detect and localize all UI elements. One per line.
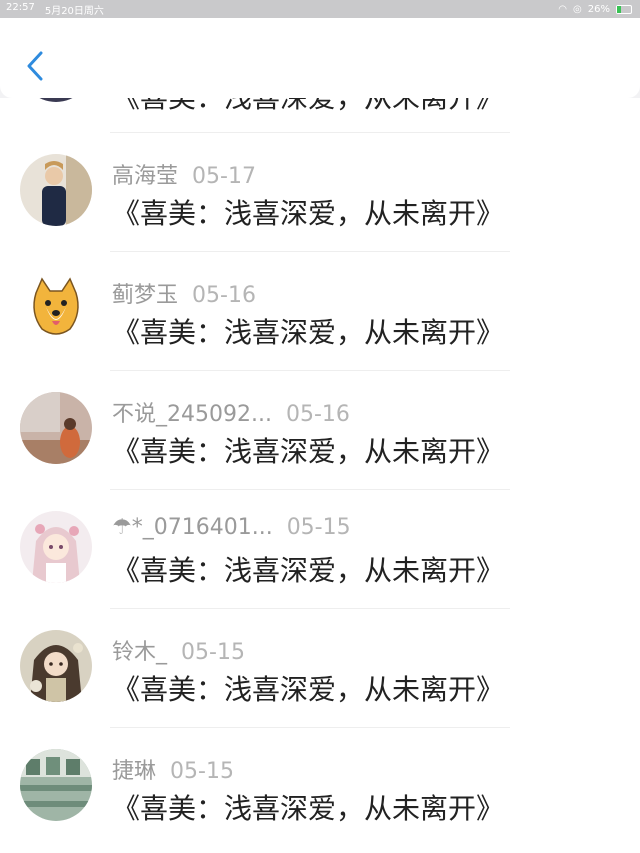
location-icon: ◎: [573, 3, 582, 15]
battery-percent: 26%: [587, 3, 610, 15]
wifi-icon: ◠: [558, 3, 568, 15]
status-bar: 22:57 5月20日周六 ◠ ◎ 26%: [0, 0, 640, 18]
comment-text: 《喜美：浅喜深爱，从未离开》: [112, 197, 505, 230]
chevron-left-icon: [27, 51, 43, 81]
comment-author[interactable]: 不说_245092...: [112, 402, 272, 427]
list-item[interactable]: 不说_245092... 05-16 《喜美：浅喜深爱，从未离开》: [0, 370, 640, 489]
comment-date: 05-15: [170, 759, 234, 784]
status-date: 5月20日周六: [44, 5, 104, 17]
comment-date: 05-17: [192, 164, 256, 189]
divider: [110, 251, 510, 252]
comment-author[interactable]: 蓟梦玉: [112, 283, 178, 308]
avatar[interactable]: [20, 749, 92, 821]
avatar[interactable]: [20, 273, 92, 345]
comment-text: 《喜美：浅喜深爱，从未离开》: [112, 98, 504, 116]
comment-text: 《喜美：浅喜深爱，从未离开》: [112, 554, 505, 587]
list-item[interactable]: 蓟梦玉 05-16 《喜美：浅喜深爱，从未离开》: [0, 251, 640, 370]
divider: [110, 608, 510, 609]
list-item[interactable]: ☂*_0716401... 05-15 《喜美：浅喜深爱，从未离开》: [0, 489, 640, 608]
avatar[interactable]: [20, 392, 92, 464]
comment-list[interactable]: 《喜美：浅喜深爱，从未离开》 高海莹 05-17 《喜美：浅喜深爱，从未离开》: [0, 98, 640, 853]
divider: [110, 370, 510, 371]
comment-date: 05-15: [286, 515, 351, 540]
list-item[interactable]: 高海莹 05-17 《喜美：浅喜深爱，从未离开》: [0, 132, 640, 251]
comment-text: 《喜美：浅喜深爱，从未离开》: [112, 435, 505, 468]
list-item[interactable]: 《喜美：浅喜深爱，从未离开》: [0, 98, 640, 128]
divider: [110, 727, 510, 728]
list-item[interactable]: 捷琳 05-15 《喜美：浅喜深爱，从未离开》: [0, 727, 640, 846]
comment-author[interactable]: ☂*_0716401...: [112, 515, 273, 540]
comment-author[interactable]: 捷琳: [112, 759, 156, 784]
comment-date: 05-15: [181, 640, 245, 665]
avatar[interactable]: [20, 630, 92, 702]
comment-text: 《喜美：浅喜深爱，从未离开》: [112, 316, 505, 349]
comment-date: 05-16: [192, 283, 256, 308]
back-button[interactable]: [20, 48, 50, 84]
divider: [110, 132, 510, 133]
comment-author[interactable]: 高海莹: [112, 164, 178, 189]
comment-date: 05-16: [285, 402, 350, 427]
list-item[interactable]: 铃木_ 05-15 《喜美：浅喜深爱，从未离开》: [0, 608, 640, 727]
battery-icon: [616, 4, 632, 14]
comment-text: 《喜美：浅喜深爱，从未离开》: [112, 792, 505, 825]
comment-author[interactable]: 铃木_: [112, 640, 167, 665]
avatar[interactable]: [20, 511, 92, 583]
avatar[interactable]: [20, 98, 92, 102]
avatar[interactable]: [20, 154, 92, 226]
comment-text: 《喜美：浅喜深爱，从未离开》: [112, 673, 505, 706]
top-bar: [0, 18, 640, 98]
status-time: 22:57: [6, 1, 35, 13]
divider: [110, 489, 510, 490]
